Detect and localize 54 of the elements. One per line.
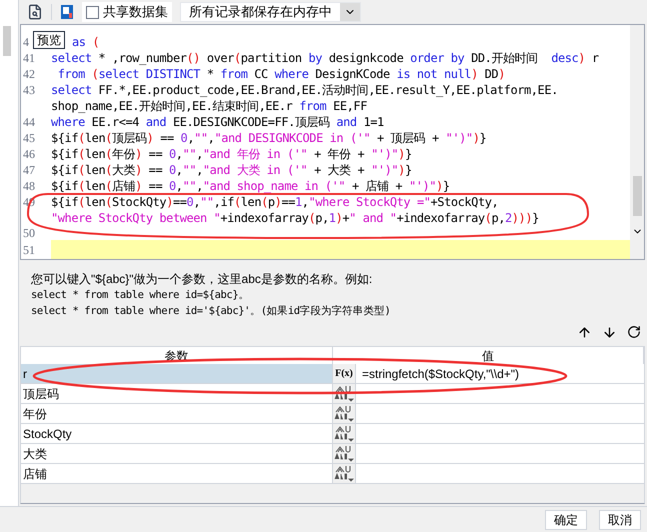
line-number: 47 xyxy=(23,163,35,177)
help-text: select * from table where id='${abc}'。(如果id字段为字符串类型) xyxy=(31,304,392,318)
line-number: 42 xyxy=(23,67,35,81)
help-text: select * from table where id=${abc}。 xyxy=(31,288,250,302)
text-type-icon[interactable] xyxy=(333,444,355,462)
code-line: from (select DISTINCT * from CC where DesignKCode is not null) DD) xyxy=(56,66,505,82)
code-line: select * ,row_number() over(partition by designkcode order by DD.开始时间 desc) r xyxy=(51,50,599,66)
parameter-value-field[interactable] xyxy=(355,424,644,443)
preview-icon[interactable] xyxy=(27,4,43,20)
text-type-icon[interactable] xyxy=(333,424,355,442)
parameter-value-field[interactable] xyxy=(355,404,644,423)
code-line: shop_name,EE.开始时间,EE.结束时间,EE.r from EE,FF xyxy=(51,98,367,114)
line-number: 4 xyxy=(23,35,29,49)
parameter-value-field[interactable] xyxy=(355,384,644,403)
parameter-name-cell[interactable]: 大类 xyxy=(21,444,333,463)
parameter-value-field[interactable]: =stringfetch($StockQty,"\\d+") xyxy=(355,364,644,383)
storage-dropdown[interactable]: 所有记录都保存在内存中 xyxy=(180,2,361,22)
line-number: 51 xyxy=(23,242,35,256)
move-down-icon[interactable] xyxy=(602,325,617,340)
dialog-button[interactable]: 确定 xyxy=(545,510,587,530)
code-editor[interactable] xyxy=(20,24,645,260)
code-line: "where StockQty between "+indexofarray(p,1)+" and "+indexofarray(p,2)))} xyxy=(51,210,539,226)
code-line: ${if(len(店铺) == 0,"","and shop_name in ('" + 店铺 + "')")} xyxy=(51,178,450,194)
parameter-name-cell[interactable]: 年份 xyxy=(21,404,333,423)
line-number: 50 xyxy=(23,226,35,240)
line-number: 48 xyxy=(23,179,35,193)
parameter-name-cell[interactable]: StockQty xyxy=(21,424,333,443)
dataset-icon[interactable] xyxy=(60,4,74,20)
parameter-value-field[interactable] xyxy=(355,444,644,463)
share-dataset-checkbox[interactable]: 共享数据集 xyxy=(82,2,172,22)
text-type-icon[interactable] xyxy=(333,404,355,422)
code-line: ${if(len(StockQty)==0,"",if(len(p)==1,"where StockQty ="+StockQty, xyxy=(51,194,498,210)
parameter-name-cell[interactable]: r xyxy=(21,364,333,383)
scrollbar-thumb[interactable] xyxy=(3,26,11,56)
parameter-name-cell[interactable]: 店铺 xyxy=(21,464,333,483)
line-number: 43 xyxy=(23,83,35,97)
line-number: 45 xyxy=(23,131,35,145)
parameter-value-field[interactable] xyxy=(355,464,644,483)
help-text: 您可以键入"${abc}"做为一个参数，这里abc是参数的名称。例如: xyxy=(31,272,374,286)
code-line: select FF.*,EE.product_code,EE.Brand,EE.活动时间,EE.result_Y,EE.platform,EE. xyxy=(51,82,558,98)
code-line: ${if(len(年份) == 0,"","and 年份 in ('" + 年份 + "')")} xyxy=(51,146,412,162)
code-line: where EE.r<=4 and EE.DESIGNKCODE=FF.顶层码 and 1=1 xyxy=(51,114,384,130)
code-line: ${if(len(大类) == 0,"","and 大类 in ('" + 大类 + "')")} xyxy=(51,162,412,178)
line-number: 41 xyxy=(23,51,35,65)
line-number: 46 xyxy=(23,147,35,161)
move-up-icon[interactable] xyxy=(577,325,592,340)
code-line: as ( xyxy=(72,34,100,50)
dialog-button[interactable]: 取消 xyxy=(599,510,641,530)
scrollbar-thumb[interactable] xyxy=(632,176,642,216)
code-line: ${if(len(顶层码) == 0,"","and DESIGNKCODE in ('" + 顶层码 + "')")} xyxy=(51,130,486,146)
text-type-icon[interactable] xyxy=(333,464,355,482)
preview-tooltip: 预览 xyxy=(33,31,65,49)
line-number: 44 xyxy=(23,115,35,129)
refresh-icon[interactable] xyxy=(627,325,641,339)
